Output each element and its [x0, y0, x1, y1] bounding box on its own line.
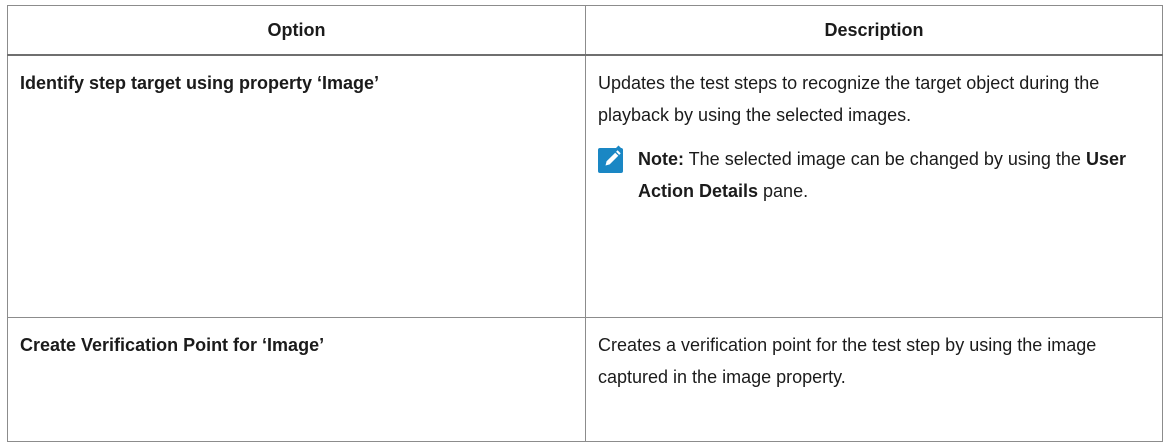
option-cell: Identify step target using property ‘Ima…: [7, 54, 586, 318]
note-body: Note: The selected image can be changed …: [638, 143, 1150, 207]
note-label: Note:: [638, 149, 684, 169]
header-option: Option: [7, 5, 586, 56]
pencil-note-icon: [598, 145, 623, 173]
options-table: Option Description Identify step target …: [7, 5, 1163, 442]
table-header-row: Option Description: [7, 5, 1163, 56]
description-cell: Updates the test steps to recognize the …: [585, 54, 1163, 318]
description-text: Updates the test steps to recognize the …: [598, 73, 1100, 125]
table-row: Identify step target using property ‘Ima…: [7, 54, 1163, 318]
note-text: The selected image can be changed by usi…: [684, 149, 1086, 169]
description-text: Creates a verification point for the tes…: [598, 335, 1097, 387]
note-callout: Note: The selected image can be changed …: [598, 143, 1150, 207]
header-description: Description: [585, 5, 1163, 56]
note-text-end: pane.: [758, 181, 809, 201]
